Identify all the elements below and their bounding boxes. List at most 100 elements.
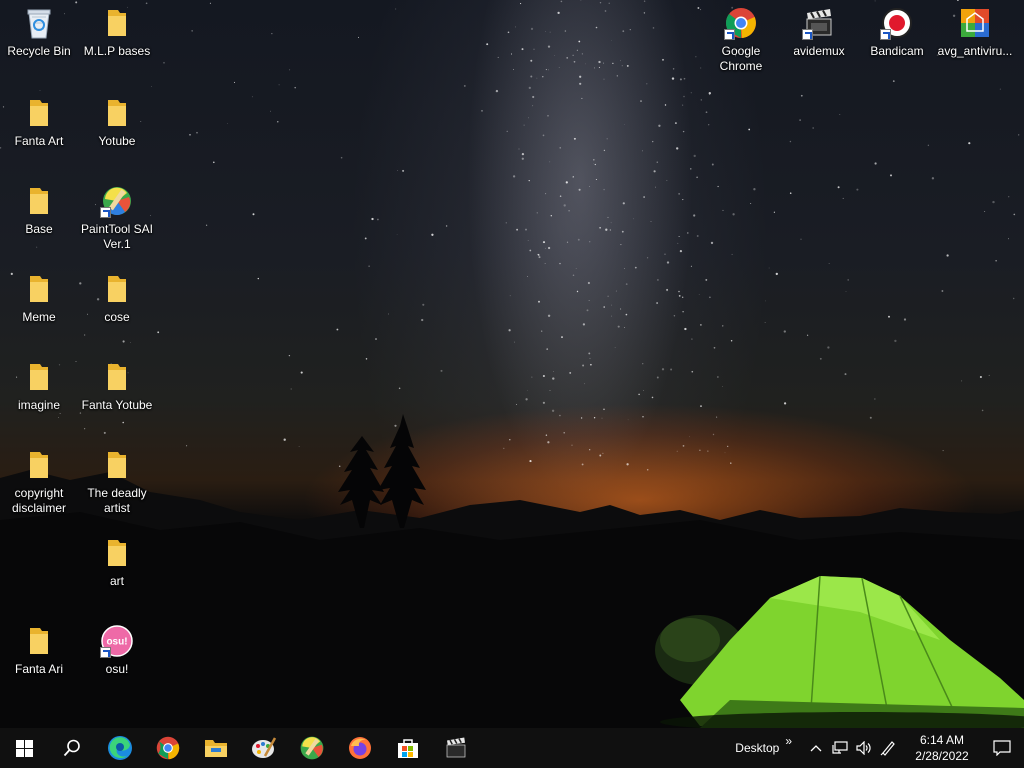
taskbar-store-button[interactable] [384,728,432,768]
shortcut-arrow-icon [724,29,735,40]
osu-icon: osu! [100,624,134,658]
desktop-icon-google-chrome[interactable]: Google Chrome [703,6,779,74]
desktop-icon-label: imagine [17,398,61,412]
network-icon [832,741,848,754]
edge-icon [108,736,132,760]
desktop-icon-label: osu! [105,662,129,676]
shortcut-arrow-icon [100,647,111,658]
desktop-icon-bandicam[interactable]: Bandicam [859,6,935,59]
clock[interactable]: 6:14 AM 2/28/2022 [904,732,980,764]
folder-icon [100,448,134,482]
desktop-toolbar-chevron[interactable]: » [785,734,792,748]
folder-icon [22,360,56,394]
painttool-sai-icon [300,736,324,760]
desktop-icon-painttool-sai[interactable]: PaintTool SAI Ver.1 [79,184,155,252]
desktop-icon-label: art [109,574,124,588]
folder-icon [100,360,134,394]
windows-start-icon [15,739,33,757]
desktop-icon-label: Fanta Yotube [81,398,153,412]
taskbar: Desktop » 6:14 AM 2/28/2022 [0,728,1024,768]
clock-time: 6:14 AM [919,733,965,747]
taskbar-edge-button[interactable] [96,728,144,768]
avg-antivirus-icon [958,6,992,40]
desktop-icon-label: Google Chrome [719,44,763,73]
desktop-icon-label: Recycle Bin [7,44,71,58]
taskbar-chrome-button[interactable] [144,728,192,768]
desktop-icon-label: Bandicam [870,44,924,58]
shortcut-arrow-icon [880,29,891,40]
start-button[interactable] [0,728,48,768]
taskbar-firefox-button[interactable] [336,728,384,768]
chevron-up-icon [810,745,822,752]
desktop-icon-base[interactable]: Base [1,184,77,237]
recycle-bin-icon [22,6,56,40]
desktop-icon-label: Meme [22,310,56,324]
desktop-icon-label: M.L.P bases [83,44,151,58]
desktop-icon-label: avidemux [793,44,845,58]
pen-icon [880,741,895,756]
desktop-icon-fanta-yotube[interactable]: Fanta Yotube [79,360,155,413]
folder-icon [100,6,134,40]
file-explorer-icon [205,740,227,757]
desktop-icon-osu[interactable]: osu! osu! [79,624,155,677]
desktop-icon-label: Fanta Art [14,134,64,148]
folder-icon [22,624,56,658]
network-button[interactable] [828,728,852,768]
desktop-icon-the-deadly-artist[interactable]: The deadly artist [79,448,155,516]
desktop-icon-copyright-disclaimer[interactable]: copyright disclaimer [1,448,77,516]
bandicam-record-icon [880,6,914,40]
desktop-icon-label: cose [104,310,130,324]
search-button[interactable] [48,728,96,768]
desktop-icon-yotube[interactable]: Yotube [79,96,155,149]
chrome-icon [724,6,758,40]
search-icon [63,739,80,757]
speaker-icon [856,741,871,755]
system-tray: Desktop » 6:14 AM 2/28/2022 [735,728,1024,768]
show-hidden-icons-button[interactable] [804,728,828,768]
desktop-icon-mlp-bases[interactable]: M.L.P bases [79,6,155,59]
folder-icon [100,272,134,306]
desktop-icon-label: Yotube [98,134,136,148]
microsoft-store-icon [398,739,418,758]
desktop-icon-meme[interactable]: Meme [1,272,77,325]
osu-badge-text: osu! [106,637,127,648]
avidemux-clapperboard-icon [802,6,836,40]
desktop-icon-label: Base [25,222,53,236]
folder-icon [100,96,134,130]
folder-icon [22,272,56,306]
desktop-icon-fanta-art[interactable]: Fanta Art [1,96,77,149]
firefox-icon [349,737,371,759]
desktop-icon-label: avg_antiviru... [937,44,1013,58]
volume-button[interactable] [852,728,876,768]
desktop-icon-recycle-bin[interactable]: Recycle Bin [1,6,77,59]
painttool-sai-icon [100,184,134,218]
desktop-toolbar-label[interactable]: Desktop [735,741,779,755]
desktop-icon-avg-antivirus[interactable]: avg_antiviru... [937,6,1013,59]
folder-icon [22,448,56,482]
taskbar-painttool-sai-button[interactable] [288,728,336,768]
desktop-icon-avidemux[interactable]: avidemux [781,6,857,59]
desktop-icon-label: Fanta Ari [14,662,64,676]
notification-icon [993,740,1011,756]
folder-icon [100,536,134,570]
shortcut-arrow-icon [802,29,813,40]
desktop-icon-art[interactable]: art [79,536,155,589]
desktop-icon-label: PaintTool SAI Ver.1 [80,222,154,251]
avidemux-clapperboard-icon [446,737,466,758]
chrome-icon [156,736,180,760]
folder-icon [22,96,56,130]
desktop-icon-label: copyright disclaimer [11,486,66,515]
shortcut-arrow-icon [100,207,111,218]
clock-date: 2/28/2022 [915,749,969,763]
action-center-button[interactable] [980,728,1024,768]
taskbar-avidemux-button[interactable] [432,728,480,768]
desktop-icon-label: The deadly artist [87,486,147,515]
desktop-icon-imagine[interactable]: imagine [1,360,77,413]
paint-palette-icon [252,737,277,758]
desktop-icon-fanta-ari[interactable]: Fanta Ari [1,624,77,677]
taskbar-paint-button[interactable] [240,728,288,768]
taskbar-file-explorer-button[interactable] [192,728,240,768]
desktop-icon-cose[interactable]: cose [79,272,155,325]
folder-icon [22,184,56,218]
pen-workspace-button[interactable] [876,728,900,768]
